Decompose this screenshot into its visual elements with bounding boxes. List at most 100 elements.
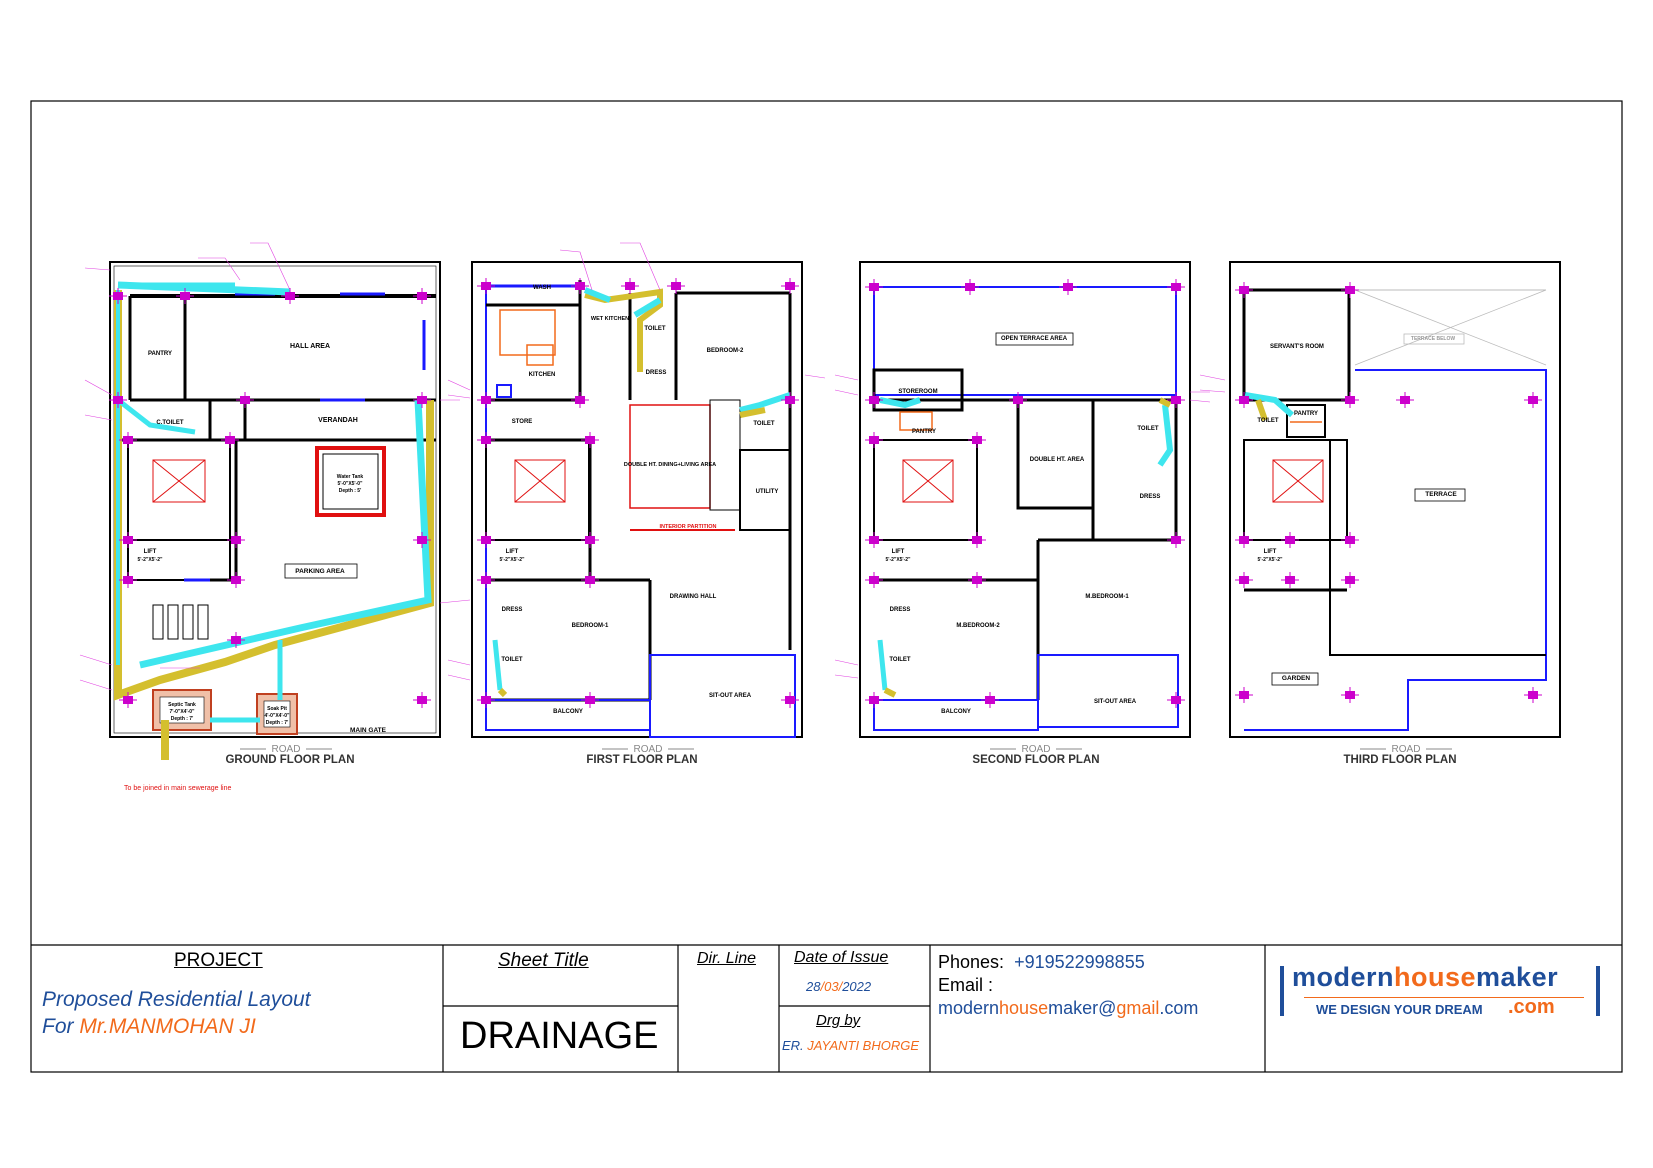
room-label: DRESS xyxy=(1140,494,1161,500)
room-label: SIT-OUT AREA xyxy=(709,693,752,699)
plan-title: GROUND FLOOR PLAN xyxy=(225,754,354,766)
room-label: TOILET xyxy=(753,421,775,427)
company-logo: modernhousemaker WE DESIGN YOUR DREAM .c… xyxy=(1280,962,1600,1024)
room-label: TOILET xyxy=(1257,418,1279,424)
room-label: 5'-2"X5'-2" xyxy=(138,557,164,563)
logo-tagline: WE DESIGN YOUR DREAM xyxy=(1316,1002,1483,1017)
room-label: LIFT xyxy=(144,549,157,555)
project-label: PROJECT xyxy=(174,950,263,971)
email-part: house xyxy=(999,998,1049,1018)
room-label: LIFT xyxy=(892,549,905,555)
phone-number: +919522998855 xyxy=(1014,952,1145,972)
phones-label: Phones: xyxy=(938,952,1005,972)
third-floor-plan xyxy=(1199,261,1561,738)
plan-title: SECOND FLOOR PLAN xyxy=(972,754,1099,766)
drg-by-prefix: ER. xyxy=(782,1038,808,1053)
email-part: gmail xyxy=(1116,998,1160,1018)
room-label: TOILET xyxy=(889,657,911,663)
room-label: UTILITY xyxy=(756,489,779,495)
room-label: OPEN TERRACE AREA xyxy=(1001,336,1068,342)
room-label: DRESS xyxy=(502,607,523,613)
room-label: LIFT xyxy=(1264,549,1277,555)
room-label: 5'-2"X5'-2" xyxy=(500,557,526,563)
room-label: TOILET xyxy=(501,657,523,663)
logo-com: .com xyxy=(1508,996,1555,1018)
date-of-issue: 28/03/2022 xyxy=(806,979,871,994)
dir-line-label: Dir. Line xyxy=(697,950,756,967)
room-label: 5'-2"X5'-2" xyxy=(1258,557,1284,563)
sheet-title-label: Sheet Title xyxy=(498,950,589,971)
room-label: GARDEN xyxy=(1282,675,1310,682)
room-label: WET KITCHEN xyxy=(591,316,629,322)
tank-label: 5'-0"X5'-0" xyxy=(338,481,364,487)
drawing-sheet: HALL AREA PANTRY C.TOILET VERANDAH LIFT … xyxy=(0,0,1653,1168)
tank-label: Water Tank xyxy=(337,474,364,480)
room-label: PANTRY xyxy=(912,429,936,435)
plan-title: FIRST FLOOR PLAN xyxy=(586,754,697,766)
room-label: C.TOILET xyxy=(156,420,184,426)
email-address[interactable]: modernhousemaker@gmail.com xyxy=(938,998,1198,1019)
email-part: maker@ xyxy=(1048,998,1117,1018)
logo-part: maker xyxy=(1476,962,1559,992)
room-label: WASH xyxy=(533,285,551,291)
soak-label: Soak Pit xyxy=(267,706,287,712)
soak-label: Depth : 7' xyxy=(266,720,289,726)
room-label: SERVANT'S ROOM xyxy=(1270,344,1324,350)
room-label: DOUBLE HT. AREA xyxy=(1030,457,1085,463)
client-name: Mr.MANMOHAN JI xyxy=(79,1015,256,1038)
septic-label: Septic Tank xyxy=(168,702,196,708)
room-label: TERRACE xyxy=(1425,491,1457,498)
ground-floor-plan xyxy=(79,242,471,760)
room-label: M.BEDROOM-2 xyxy=(956,623,1000,629)
room-label: BALCONY xyxy=(941,709,971,715)
room-label: PARKING AREA xyxy=(295,568,345,575)
phones: Phones: +919522998855 xyxy=(938,952,1145,973)
room-label: PANTRY xyxy=(1294,411,1318,417)
room-label: DRAWING HALL xyxy=(670,594,717,600)
date-day: 28 xyxy=(806,979,821,994)
logo-part: house xyxy=(1394,962,1477,992)
room-label: HALL AREA xyxy=(290,343,330,350)
email-part: .com xyxy=(1159,998,1199,1018)
tank-label: Depth : 5' xyxy=(339,488,362,494)
room-label: PANTRY xyxy=(148,351,172,357)
project-line-1: Proposed Residential Layout xyxy=(42,988,311,1011)
sheet-title: DRAINAGE xyxy=(460,1015,659,1057)
room-label: M.BEDROOM-1 xyxy=(1085,594,1129,600)
room-label: 5'-2"X5'-2" xyxy=(886,557,912,563)
room-label: DRESS xyxy=(646,370,667,376)
room-label: DRESS xyxy=(890,607,911,613)
room-label: DOUBLE HT. DINING+LIVING AREA xyxy=(624,462,716,468)
room-label: TOILET xyxy=(1137,426,1159,432)
date-year: 2022 xyxy=(842,979,872,994)
drafter-name: JAYANTI BHORGE xyxy=(807,1038,920,1053)
septic-label: 7'-0"X4'-0" xyxy=(170,709,196,715)
date-month: 03 xyxy=(824,979,839,994)
email-label: Email : xyxy=(938,975,993,996)
septic-label: Depth : 7' xyxy=(171,716,194,722)
room-label: STOREROOM xyxy=(898,389,937,395)
room-label: MAIN GATE xyxy=(350,727,387,734)
room-label: STORE xyxy=(512,419,533,425)
room-label: BEDROOM-1 xyxy=(572,623,609,629)
soak-label: 4'-0"X4'-0" xyxy=(265,713,291,719)
room-label: SIT-OUT AREA xyxy=(1094,699,1137,705)
plan-title: THIRD FLOOR PLAN xyxy=(1343,754,1456,766)
date-of-issue-label: Date of Issue xyxy=(794,949,889,966)
room-label: KITCHEN xyxy=(529,372,556,378)
room-label: VERANDAH xyxy=(318,417,358,424)
room-label: BEDROOM-2 xyxy=(707,348,744,354)
logo-part: modern xyxy=(1292,962,1395,992)
room-label: BALCONY xyxy=(553,709,583,715)
email-part: modern xyxy=(938,998,1000,1018)
room-label: TERRACE BELOW xyxy=(1411,336,1455,342)
room-label: INTERIOR PARTITION xyxy=(659,524,716,530)
room-label: TOILET xyxy=(644,326,666,332)
drg-by: ER. JAYANTI BHORGE xyxy=(782,1038,919,1053)
room-label: LIFT xyxy=(506,549,519,555)
email-label-text: Email : xyxy=(938,975,994,995)
sewer-note: To be joined in main sewerage line xyxy=(124,785,232,792)
drg-by-label: Drg by xyxy=(816,1012,861,1029)
project-line-2-prefix: For xyxy=(42,1015,80,1038)
project-line-2: For Mr.MANMOHAN JI xyxy=(42,1015,256,1039)
